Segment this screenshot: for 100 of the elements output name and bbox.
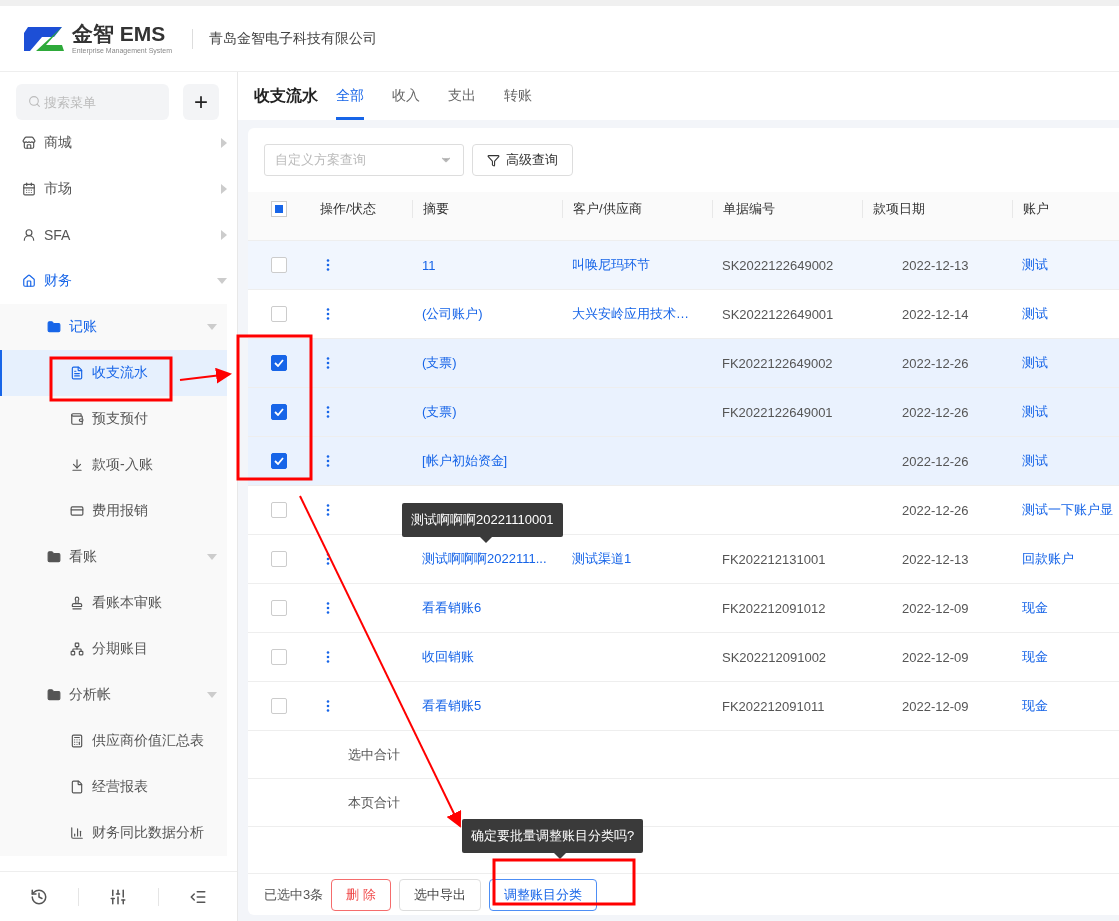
select-all-checkbox[interactable] bbox=[271, 200, 287, 217]
customer-link[interactable]: 大兴安岭应用技术… bbox=[562, 305, 712, 323]
menu-item[interactable]: 分析帐 bbox=[0, 672, 227, 718]
menu-item[interactable]: 市场 bbox=[0, 166, 237, 212]
summary-link[interactable]: 看看销账5 bbox=[412, 697, 562, 715]
menu-item[interactable]: 财务同比数据分析 bbox=[0, 810, 227, 856]
company-name: 青岛金智电子科技有限公司 bbox=[209, 29, 377, 48]
row-checkbox[interactable] bbox=[271, 404, 287, 420]
summary-link[interactable]: 收回销账 bbox=[412, 648, 562, 666]
menu-item[interactable]: 款项-入账 bbox=[0, 442, 227, 488]
account-link[interactable]: 测试一下账户显 bbox=[1012, 501, 1119, 519]
summary-link[interactable]: 测试啊啊啊2022111... bbox=[412, 550, 562, 568]
menu-item[interactable]: SFA bbox=[0, 212, 237, 258]
annotation-arrow bbox=[179, 367, 232, 384]
account-link[interactable]: 现金 bbox=[1012, 648, 1119, 666]
table-cell-text: FK202212131001 bbox=[721, 551, 827, 567]
menu-item[interactable]: 经营报表 bbox=[0, 764, 227, 810]
column-header: 账户 bbox=[1012, 199, 1119, 218]
table-cell-text: FK202212091011 bbox=[721, 698, 826, 714]
account-link[interactable]: 测试 bbox=[1012, 452, 1119, 470]
more-icon[interactable] bbox=[326, 454, 330, 467]
tab[interactable]: 收入 bbox=[392, 72, 420, 120]
menu-icon bbox=[22, 228, 36, 242]
menu-item[interactable]: 预支预付 bbox=[0, 396, 227, 442]
menu-icon bbox=[70, 642, 84, 656]
more-icon[interactable] bbox=[326, 356, 330, 369]
menu-icon bbox=[70, 366, 84, 380]
table-cell-text: FK2022122649002 bbox=[721, 355, 834, 371]
menu-item[interactable]: 供应商价值汇总表 bbox=[0, 718, 227, 764]
account-link[interactable]: 现金 bbox=[1012, 599, 1119, 617]
table-row[interactable]: 11 叫唤尼玛环节 SK2022122649002 2022-12-13 测试 bbox=[248, 240, 1119, 289]
tab[interactable]: 全部 bbox=[336, 72, 364, 120]
search-field[interactable]: 搜索菜单 bbox=[16, 84, 169, 120]
row-checkbox[interactable] bbox=[271, 355, 287, 371]
sliders-icon[interactable] bbox=[109, 887, 128, 906]
menu-item[interactable]: 商城 bbox=[0, 120, 237, 166]
tab[interactable]: 支出 bbox=[448, 72, 476, 120]
menu-icon bbox=[70, 458, 84, 472]
summary-link[interactable]: [帐户初始资金] bbox=[412, 452, 562, 470]
menu-item[interactable]: 看账 bbox=[0, 534, 227, 580]
menu-item[interactable]: 分期账目 bbox=[0, 626, 227, 672]
folder-icon bbox=[47, 688, 61, 702]
table-cell-text: SK2022122649002 bbox=[721, 257, 835, 273]
advanced-search-button[interactable]: 高级查询 bbox=[472, 144, 573, 176]
account-link[interactable]: 现金 bbox=[1012, 697, 1119, 715]
filter-icon bbox=[487, 153, 500, 167]
more-icon[interactable] bbox=[326, 503, 330, 516]
summary-link[interactable]: 看看销账6 bbox=[412, 599, 562, 617]
check-icon bbox=[274, 359, 284, 367]
account-link[interactable]: 测试 bbox=[1012, 403, 1119, 421]
account-link[interactable]: 测试 bbox=[1012, 256, 1119, 274]
caret-icon bbox=[207, 554, 217, 560]
caret-icon bbox=[207, 692, 217, 698]
menu-item[interactable]: 费用报销 bbox=[0, 488, 227, 534]
table-row[interactable]: (支票) FK2022122649002 2022-12-26 测试 bbox=[248, 338, 1119, 387]
summary-link[interactable]: (支票) bbox=[412, 403, 562, 421]
customer-link[interactable]: 叫唤尼玛环节 bbox=[562, 256, 712, 274]
menu-icon bbox=[70, 504, 84, 518]
more-icon[interactable] bbox=[326, 650, 330, 663]
table-row[interactable]: (支票) FK2022122649001 2022-12-26 测试 bbox=[248, 387, 1119, 436]
tab[interactable]: 转账 bbox=[504, 72, 532, 120]
table-cell-text: SK202212091002 bbox=[721, 649, 828, 665]
caret-icon bbox=[207, 324, 217, 330]
action-button[interactable]: 调整账目分类 bbox=[488, 878, 597, 911]
more-icon[interactable] bbox=[326, 405, 330, 418]
account-link[interactable]: 测试 bbox=[1012, 354, 1119, 372]
table-cell-text: SK2022122649001 bbox=[721, 306, 835, 322]
menu-item[interactable]: 看账本审账 bbox=[0, 580, 227, 626]
more-icon[interactable] bbox=[326, 552, 330, 565]
action-button[interactable]: 删 除 bbox=[331, 878, 391, 911]
column-header: 单据编号 bbox=[712, 199, 862, 218]
account-link[interactable]: 回款账户 bbox=[1012, 550, 1119, 568]
menu-item[interactable]: 财务 bbox=[0, 258, 237, 304]
menu-icon bbox=[70, 596, 84, 610]
tooltip-pointer bbox=[480, 537, 492, 543]
caret-icon bbox=[221, 138, 227, 148]
table-cell-text: FK2022122649001 bbox=[721, 404, 834, 420]
history-icon[interactable] bbox=[30, 887, 49, 906]
menu-item[interactable]: 记账 bbox=[0, 304, 227, 350]
row-checkbox[interactable] bbox=[271, 453, 287, 469]
customer-link[interactable]: 测试渠道1 bbox=[562, 550, 712, 568]
summary-link[interactable]: (公司账户) bbox=[412, 305, 562, 323]
table-cell-text: 2022-12-09 bbox=[901, 600, 970, 616]
summary-link[interactable]: (支票) bbox=[412, 354, 562, 372]
column-header: 摘要 bbox=[412, 199, 562, 218]
table-cell-text: 2022-12-13 bbox=[901, 551, 970, 567]
summary-link[interactable]: 11 bbox=[412, 257, 562, 273]
more-icon[interactable] bbox=[326, 699, 330, 712]
account-link[interactable]: 测试 bbox=[1012, 305, 1119, 323]
table-cell-text: 2022-12-09 bbox=[901, 698, 970, 714]
table-row[interactable]: [帐户初始资金] 2022-12-26 测试 bbox=[248, 436, 1119, 485]
more-icon[interactable] bbox=[326, 258, 330, 271]
more-icon[interactable] bbox=[326, 601, 330, 614]
add-button[interactable]: + bbox=[183, 84, 219, 120]
check-icon bbox=[274, 457, 284, 465]
menu-icon bbox=[22, 274, 36, 288]
action-button[interactable]: 选中导出 bbox=[398, 878, 481, 911]
menu-item[interactable]: 收支流水 bbox=[0, 350, 227, 396]
more-icon[interactable] bbox=[326, 307, 330, 320]
selected-count: 已选中3条 bbox=[264, 885, 324, 904]
